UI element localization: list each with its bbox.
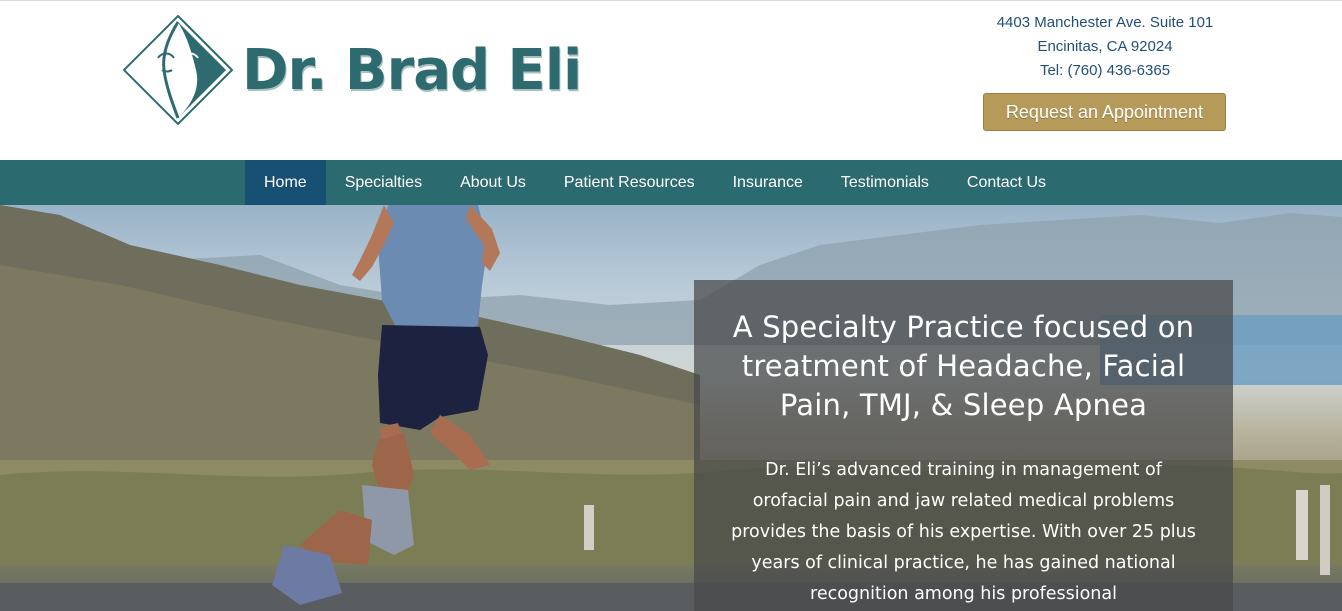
hero-banner: A Specialty Practice focused on treatmen… xyxy=(0,205,1342,611)
nav-item-insurance[interactable]: Insurance xyxy=(714,160,822,205)
address-line-2: Encinitas, CA 92024 xyxy=(1037,38,1173,55)
main-nav: Home Specialties About Us Patient Resour… xyxy=(0,160,1342,205)
contact-info: 4403 Manchester Ave. Suite 101 Encinitas… xyxy=(966,11,1244,83)
face-diamond-logo-icon xyxy=(122,14,234,126)
nav-item-patient-resources[interactable]: Patient Resources xyxy=(545,160,714,205)
nav-item-about-us[interactable]: About Us xyxy=(441,160,545,205)
nav-item-contact-us[interactable]: Contact Us xyxy=(948,160,1065,205)
site-header: Dr. Brad Eli 4403 Manchester Ave. Suite … xyxy=(0,1,1342,160)
nav-item-home[interactable]: Home xyxy=(245,160,326,205)
nav-item-testimonials[interactable]: Testimonials xyxy=(822,160,948,205)
hero-heading: A Specialty Practice focused on treatmen… xyxy=(732,310,1195,422)
request-appointment-button[interactable]: Request an Appointment xyxy=(983,93,1226,131)
hero-body-text: Dr. Eli’s advanced training in managemen… xyxy=(731,460,1196,604)
nav-item-specialties[interactable]: Specialties xyxy=(326,160,441,205)
address-line-1: 4403 Manchester Ave. Suite 101 xyxy=(996,14,1214,31)
phone-number[interactable]: Tel: (760) 436-6365 xyxy=(966,59,1244,83)
brand-name: Dr. Brad Eli xyxy=(242,37,582,103)
nav-items: Home Specialties About Us Patient Resour… xyxy=(245,160,1065,205)
site-logo[interactable]: Dr. Brad Eli xyxy=(122,14,582,126)
hero-text-panel: A Specialty Practice focused on treatmen… xyxy=(694,280,1233,611)
